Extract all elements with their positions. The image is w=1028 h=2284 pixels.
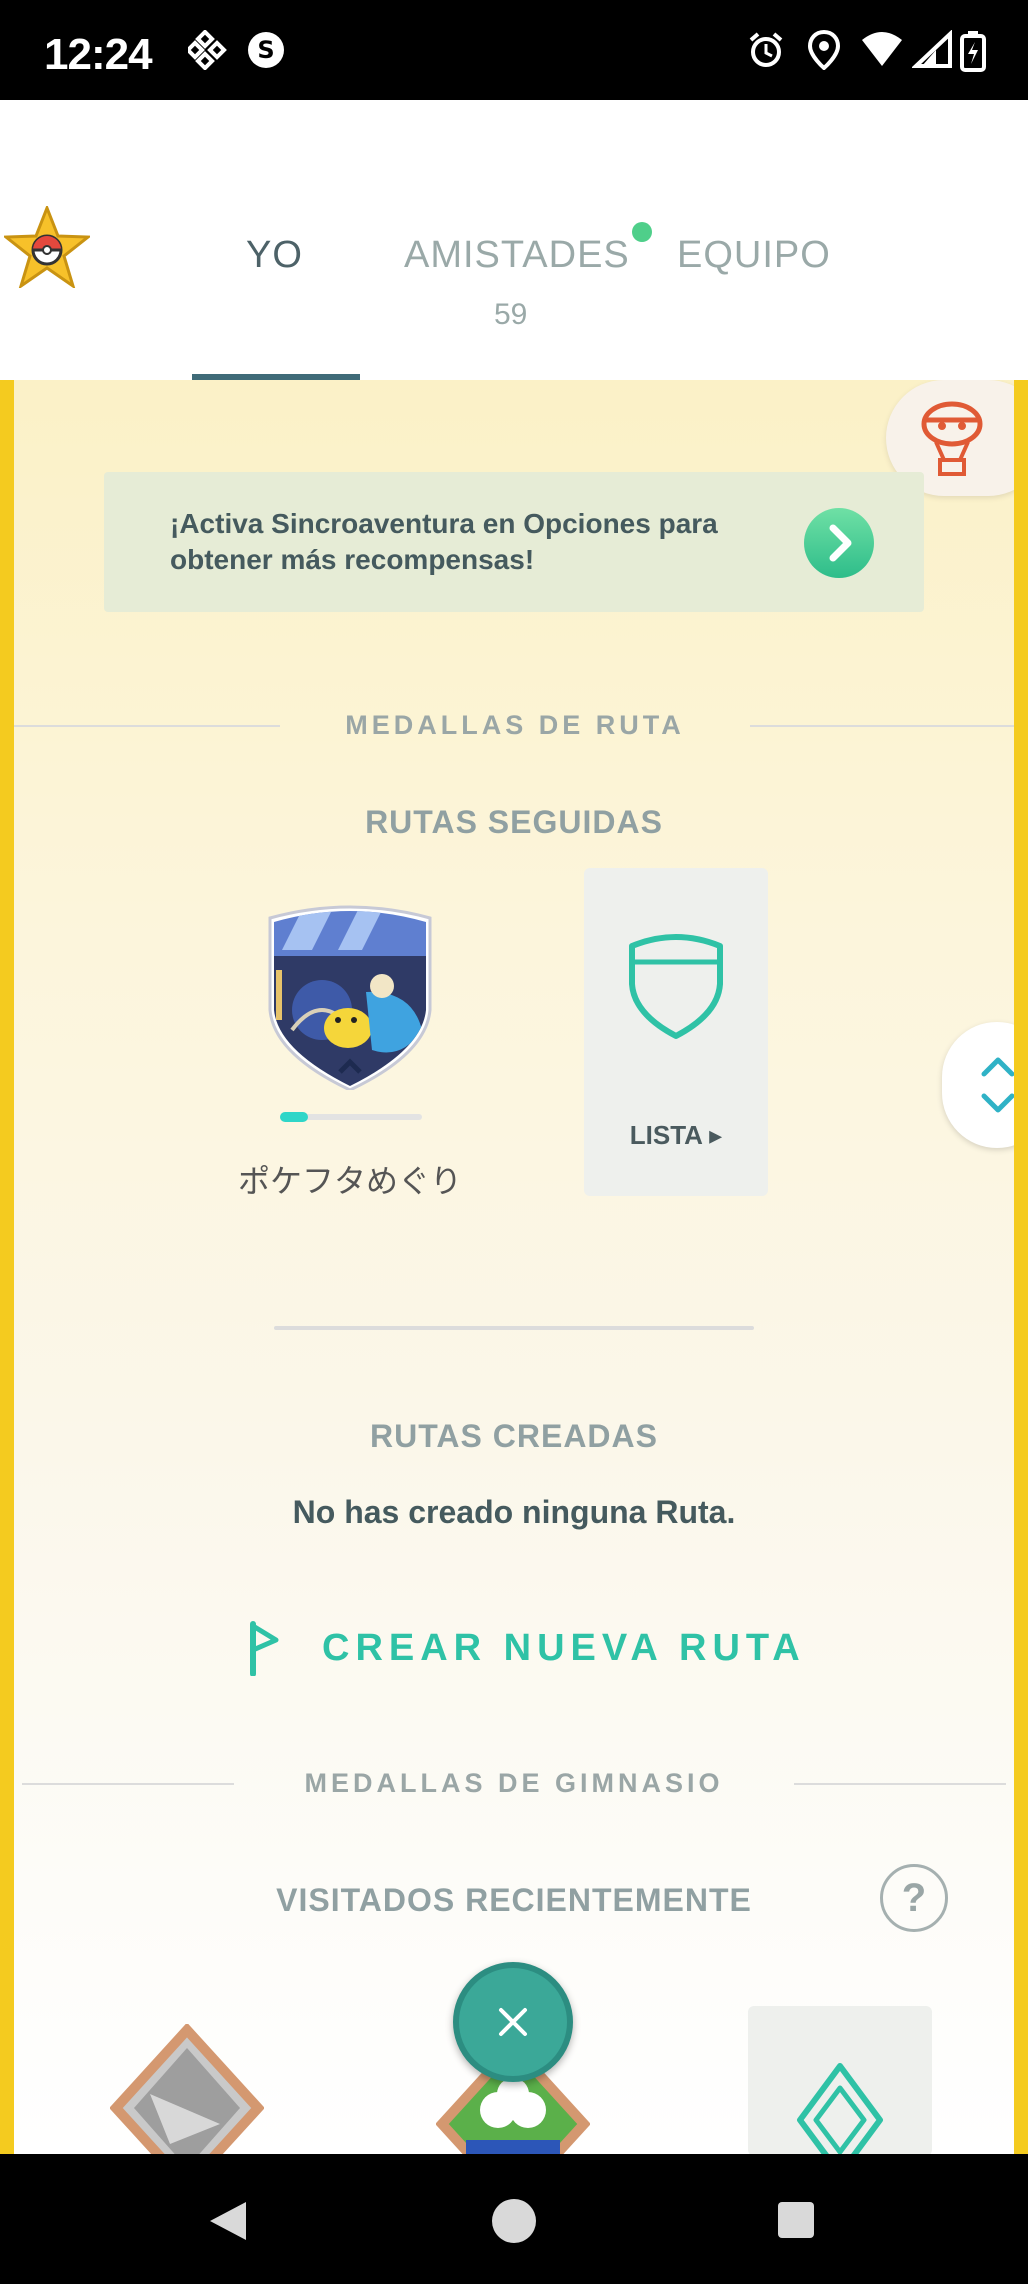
binance-icon xyxy=(188,30,227,70)
shazam-icon: S xyxy=(248,32,284,68)
create-route-label: CREAR NUEVA RUTA xyxy=(322,1626,806,1669)
system-navigation-bar xyxy=(0,2154,1028,2284)
no-routes-message: No has creado ninguna Ruta. xyxy=(292,1494,736,1530)
notification-dot xyxy=(632,222,652,242)
divider xyxy=(274,1326,754,1330)
route-shield-icon xyxy=(629,934,723,1039)
close-icon xyxy=(499,2008,527,2036)
gym-list-button[interactable] xyxy=(748,2006,932,2154)
gym-medals-title: MEDALLAS DE GIMNASIO xyxy=(304,1768,724,1798)
tab-friends[interactable]: AMISTADES xyxy=(404,234,630,277)
chevron-up-down-icon xyxy=(981,1057,1015,1113)
recently-visited-title: VISITADOS RECIENTEMENTE xyxy=(276,1882,752,1918)
route-name[interactable]: ポケフタめぐり xyxy=(200,1156,500,1202)
divider xyxy=(750,725,1014,727)
scroll-toggle-button[interactable] xyxy=(942,1022,1028,1148)
banner-text: ¡Activa Sincroaventura en Opciones para … xyxy=(170,508,718,575)
route-badge[interactable] xyxy=(262,900,438,1092)
route-medals-title: MEDALLAS DE RUTA xyxy=(345,710,685,740)
close-button[interactable] xyxy=(453,1962,573,2082)
gym-badge-1[interactable] xyxy=(110,2024,264,2154)
tab-team[interactable]: EQUIPO xyxy=(677,234,831,277)
help-button[interactable]: ? xyxy=(880,1864,948,1932)
signal-icon xyxy=(912,30,952,68)
create-route-button[interactable]: CREAR NUEVA RUTA xyxy=(248,1620,806,1676)
followed-routes-title: RUTAS SEGUIDAS xyxy=(365,804,663,840)
recents-icon[interactable] xyxy=(776,2200,816,2240)
gym-diamond-icon xyxy=(797,2063,883,2154)
route-list-button[interactable]: LISTA ▸ xyxy=(584,868,768,1196)
tab-me[interactable]: YO xyxy=(246,234,303,277)
divider xyxy=(794,1783,1006,1785)
list-label: LISTA ▸ xyxy=(629,1120,723,1150)
wifi-icon xyxy=(862,32,902,66)
pokedex-star-icon[interactable] xyxy=(4,206,90,288)
adventure-sync-banner[interactable]: ¡Activa Sincroaventura en Opciones para … xyxy=(104,472,924,612)
svg-text:S: S xyxy=(257,36,274,64)
status-bar: 12:24 S xyxy=(0,0,1028,100)
balloon-icon xyxy=(921,401,983,476)
location-icon xyxy=(807,30,841,70)
profile-content: ¡Activa Sincroaventura en Opciones para … xyxy=(0,380,1028,2154)
banner-arrow-button[interactable] xyxy=(804,508,874,578)
divider xyxy=(14,725,280,727)
divider xyxy=(22,1783,234,1785)
route-progress-fill xyxy=(280,1112,308,1122)
friends-count: 59 xyxy=(494,298,528,331)
status-time: 12:24 xyxy=(44,30,153,79)
battery-icon xyxy=(960,31,986,72)
back-icon[interactable] xyxy=(206,2198,250,2244)
chevron-right-icon xyxy=(829,524,852,562)
flag-icon xyxy=(250,1621,279,1676)
alarm-icon xyxy=(749,32,783,67)
route-medal-image xyxy=(268,905,432,1092)
created-routes-title: RUTAS CREADAS xyxy=(370,1418,658,1454)
home-icon[interactable] xyxy=(491,2198,537,2244)
